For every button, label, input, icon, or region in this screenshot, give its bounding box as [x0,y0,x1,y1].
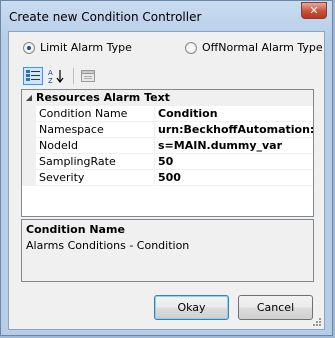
property-name: SamplingRate [36,154,155,169]
property-description-pane: Condition Name Alarms Conditions - Condi… [21,219,314,282]
category-label: Resources Alarm Text [36,91,170,104]
dialog-window: Create new Condition Controller ✕ Limit … [0,0,333,336]
okay-button[interactable]: Okay [154,295,229,320]
collapse-icon[interactable]: ◢ [22,93,36,102]
property-value[interactable]: urn:BeckhoffAutomation:Ua [155,122,313,137]
description-title: Condition Name [26,223,125,236]
description-text: Alarms Conditions - Condition [26,239,190,252]
alphabetical-button[interactable]: A Z [46,67,66,85]
svg-text:A: A [48,69,53,77]
resize-grip-icon[interactable] [312,317,322,327]
cancel-button[interactable]: Cancel [238,295,313,320]
radio-offnormal-alarm-type[interactable]: OffNormal Alarm Type [185,41,323,54]
property-row-severity[interactable]: Severity 500 [22,170,313,186]
property-value[interactable]: 50 [155,154,313,169]
window-title: Create new Condition Controller [9,10,202,24]
categorized-icon [26,70,40,81]
radio-label: Limit Alarm Type [40,41,132,54]
svg-text:Z: Z [48,77,53,84]
property-grid-toolbar: A Z [23,66,101,86]
property-name: Namespace [36,122,155,137]
property-grid: ◢ Resources Alarm Text Condition Name Co… [21,89,314,217]
categorized-button[interactable] [23,67,43,85]
category-row[interactable]: ◢ Resources Alarm Text [22,90,313,106]
radio-limit-alarm-type[interactable]: Limit Alarm Type [23,41,132,54]
property-value[interactable]: s=MAIN.dummy_var [155,138,313,153]
property-value[interactable]: 500 [155,170,313,185]
close-button[interactable]: ✕ [301,2,327,19]
property-pages-icon [81,70,95,82]
title-bar[interactable]: Create new Condition Controller ✕ [1,1,332,31]
property-pages-button[interactable] [78,67,98,85]
property-name: Severity [36,170,155,185]
radio-button-icon[interactable] [23,41,35,54]
property-row-namespace[interactable]: Namespace urn:BeckhoffAutomation:Ua [22,122,313,138]
radio-label: OffNormal Alarm Type [202,41,323,54]
property-name: Condition Name [36,106,155,121]
property-row-samplingrate[interactable]: SamplingRate 50 [22,154,313,170]
property-row-nodeid[interactable]: NodeId s=MAIN.dummy_var [22,138,313,154]
toolbar-separator [73,68,74,84]
property-value[interactable]: Condition [155,106,313,121]
dialog-client-area: Limit Alarm Type OffNormal Alarm Type A [8,31,325,330]
property-name: NodeId [36,138,155,153]
radio-button-icon[interactable] [185,41,197,54]
property-row-condition-name[interactable]: Condition Name Condition [22,106,313,122]
alphabetical-sort-icon: A Z [48,69,64,84]
